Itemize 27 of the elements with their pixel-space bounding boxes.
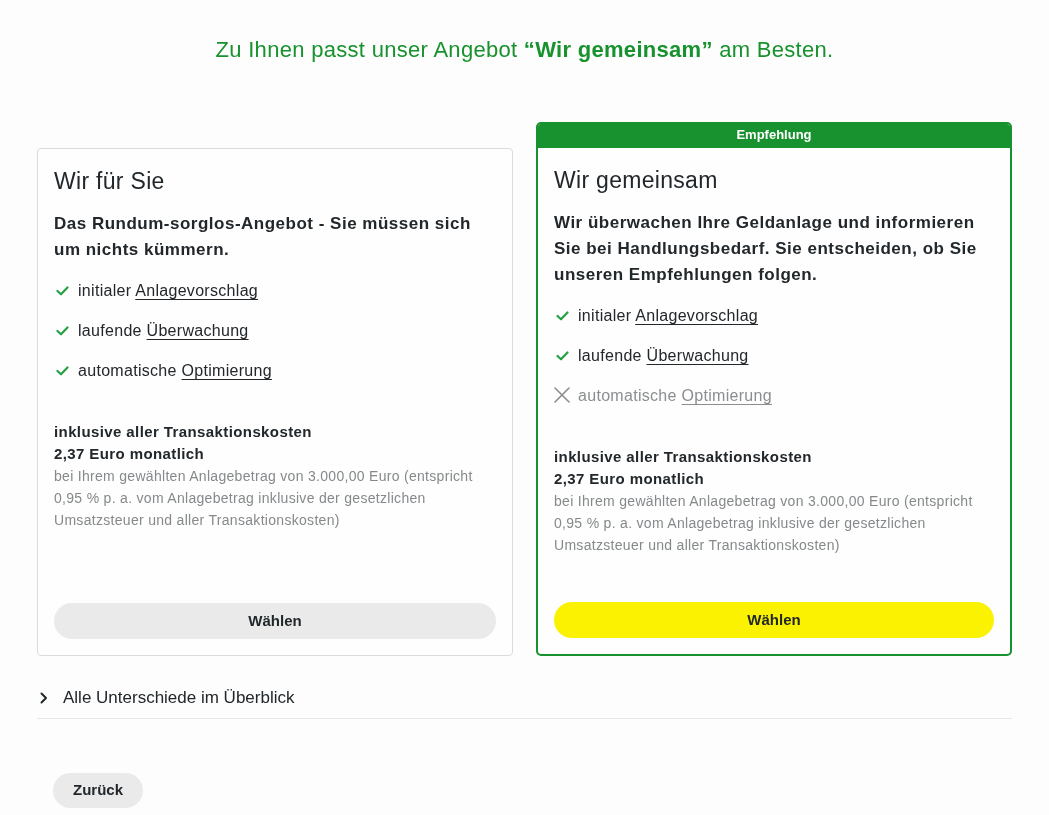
page-heading: Zu Ihnen passt unser Angebot “Wir gemeinsam” am Besten. [214,36,835,64]
plan-description: Wir überwachen Ihre Geldanlage und informieren Sie bei Handlungsbedarf. Sie entscheiden, ob Sie unseren Empfehlungen folgen. [554,212,978,286]
feature-link[interactable]: Überwachung [646,347,749,364]
recommendation-badge: Empfehlung [538,124,1010,148]
plan-title: Wir gemeinsam [554,166,719,194]
feature-label: laufende Überwachung [78,321,249,341]
price-note: bei Ihrem gewählten Anlagebetrag von 3.000,00 Euro (entspricht 0,95 % p. a. vom Anlagebetrag inklusive der gesetzlichen Umsatzsteuer und aller Transaktionskosten) [54,467,474,530]
price-text: 2,37 Euro monatlich [54,444,206,464]
feature-link[interactable]: Überwachung [146,322,249,339]
plan-description: Das Rundum-sorglos-Angebot - Sie müssen sich um nichts kümmern. [54,213,472,261]
feature-label: initialer Anlagevorschlag [578,306,759,326]
feature-label: automatische Optimierung [578,386,772,406]
select-button[interactable]: Wählen [54,603,496,639]
feature-label: initialer Anlagevorschlag [78,281,259,301]
feature-link[interactable]: Optimierung [181,362,272,379]
select-button[interactable]: Wählen [554,602,994,638]
feature-link[interactable]: Anlagevorschlag [635,307,759,324]
back-button[interactable]: Zurück [53,773,143,808]
details-toggle[interactable]: Alle Unterschiede im Überblick [37,687,295,709]
cost-label: inklusive aller Transaktionskosten [54,422,313,442]
feature-label: laufende Überwachung [578,346,749,366]
price-note: bei Ihrem gewählten Anlagebetrag von 3.000,00 Euro (entspricht 0,95 % p. a. vom Anlagebetrag inklusive der gesetzlichen Umsatzsteuer und aller Transaktionskosten) [554,492,974,555]
price-text: 2,37 Euro monatlich [554,469,706,489]
feature-link[interactable]: Anlagevorschlag [135,282,259,299]
feature-label: automatische Optimierung [78,361,272,381]
cost-label: inklusive aller Transaktionskosten [554,447,813,467]
plan-title: Wir für Sie [54,167,166,195]
